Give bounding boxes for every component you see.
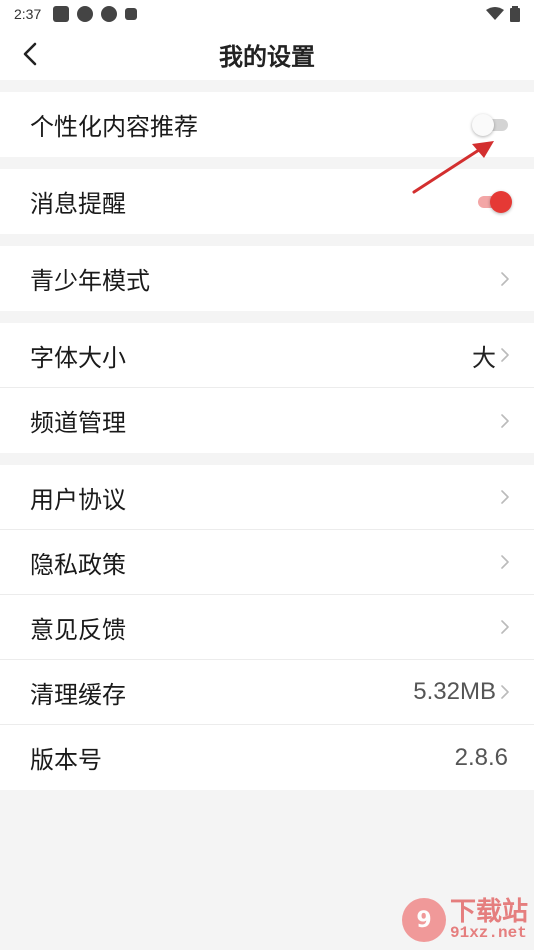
chevron-right-icon — [500, 488, 512, 506]
app-notification-icon — [53, 6, 70, 22]
app-notification-icon — [125, 8, 138, 20]
chevron-right-icon — [500, 412, 512, 430]
app-notification-icon — [101, 6, 118, 22]
watermark-title: 下载站 — [449, 897, 528, 927]
settings-row[interactable]: 清理缓存 5.32MB — [0, 660, 534, 725]
watermark-url: 91xz.net — [449, 924, 527, 942]
toggle-switch[interactable] — [472, 113, 512, 137]
chevron-right-icon — [500, 618, 512, 636]
toggle-thumb — [472, 113, 494, 136]
toggle-thumb — [490, 190, 512, 213]
chevron-right-icon — [500, 270, 512, 288]
notification-icons — [53, 6, 138, 22]
back-arrow-icon — [23, 42, 37, 66]
battery-icon — [510, 6, 520, 22]
back-button[interactable] — [14, 38, 46, 70]
status-bar: 2:37 — [0, 0, 534, 28]
settings-row-label: 隐私政策 — [30, 550, 126, 579]
settings-row[interactable]: 意见反馈 — [0, 595, 534, 660]
chevron-right-icon — [500, 683, 512, 701]
settings-row-label: 字体大小 — [30, 343, 126, 372]
settings-group: 个性化内容推荐 — [0, 92, 534, 157]
settings-list: 个性化内容推荐 消息提醒青少年模式字体大小 大频道管理用户协议隐私政策意见反馈清理缓… — [0, 92, 534, 790]
settings-group: 字体大小 大频道管理 — [0, 323, 534, 453]
settings-row-label: 消息提醒 — [30, 190, 126, 218]
settings-row-label: 频道管理 — [30, 409, 126, 437]
settings-group: 青少年模式 — [0, 246, 534, 311]
settings-row-value: 5.32MB — [413, 678, 496, 705]
settings-row-label: 个性化内容推荐 — [30, 113, 198, 141]
settings-group: 消息提醒 — [0, 169, 534, 234]
wifi-icon — [486, 7, 504, 20]
watermark-logo: 9 — [401, 898, 446, 942]
settings-row[interactable]: 字体大小 大 — [0, 323, 534, 388]
chevron-right-icon — [500, 346, 512, 364]
settings-row-label: 用户协议 — [30, 485, 126, 514]
settings-row[interactable]: 用户协议 — [0, 465, 534, 530]
toggle-switch[interactable] — [472, 190, 512, 214]
chevron-right-icon — [500, 553, 512, 571]
settings-row[interactable]: 消息提醒 — [0, 169, 534, 234]
app-notification-icon — [77, 6, 94, 22]
settings-row-label: 意见反馈 — [30, 615, 126, 644]
watermark: 9 下载站 91xz.net — [401, 897, 528, 942]
settings-row-label: 清理缓存 — [30, 680, 126, 709]
settings-row-label: 版本号 — [30, 746, 102, 774]
system-icons — [486, 6, 520, 22]
status-time: 2:37 — [14, 6, 42, 22]
settings-row[interactable]: 频道管理 — [0, 388, 534, 453]
settings-row-value: 大 — [472, 343, 496, 372]
settings-row[interactable]: 隐私政策 — [0, 530, 534, 595]
settings-row[interactable]: 青少年模式 — [0, 246, 534, 311]
page-title: 我的设置 — [219, 42, 315, 71]
nav-bar: 我的设置 — [0, 28, 534, 80]
settings-row[interactable]: 版本号 2.8.6 — [0, 725, 534, 790]
settings-row-value: 2.8.6 — [454, 743, 508, 771]
settings-row-label: 青少年模式 — [30, 267, 150, 295]
settings-row[interactable]: 个性化内容推荐 — [0, 92, 534, 157]
settings-group: 用户协议隐私政策意见反馈清理缓存 5.32MB 版本号 2.8.6 — [0, 465, 534, 790]
